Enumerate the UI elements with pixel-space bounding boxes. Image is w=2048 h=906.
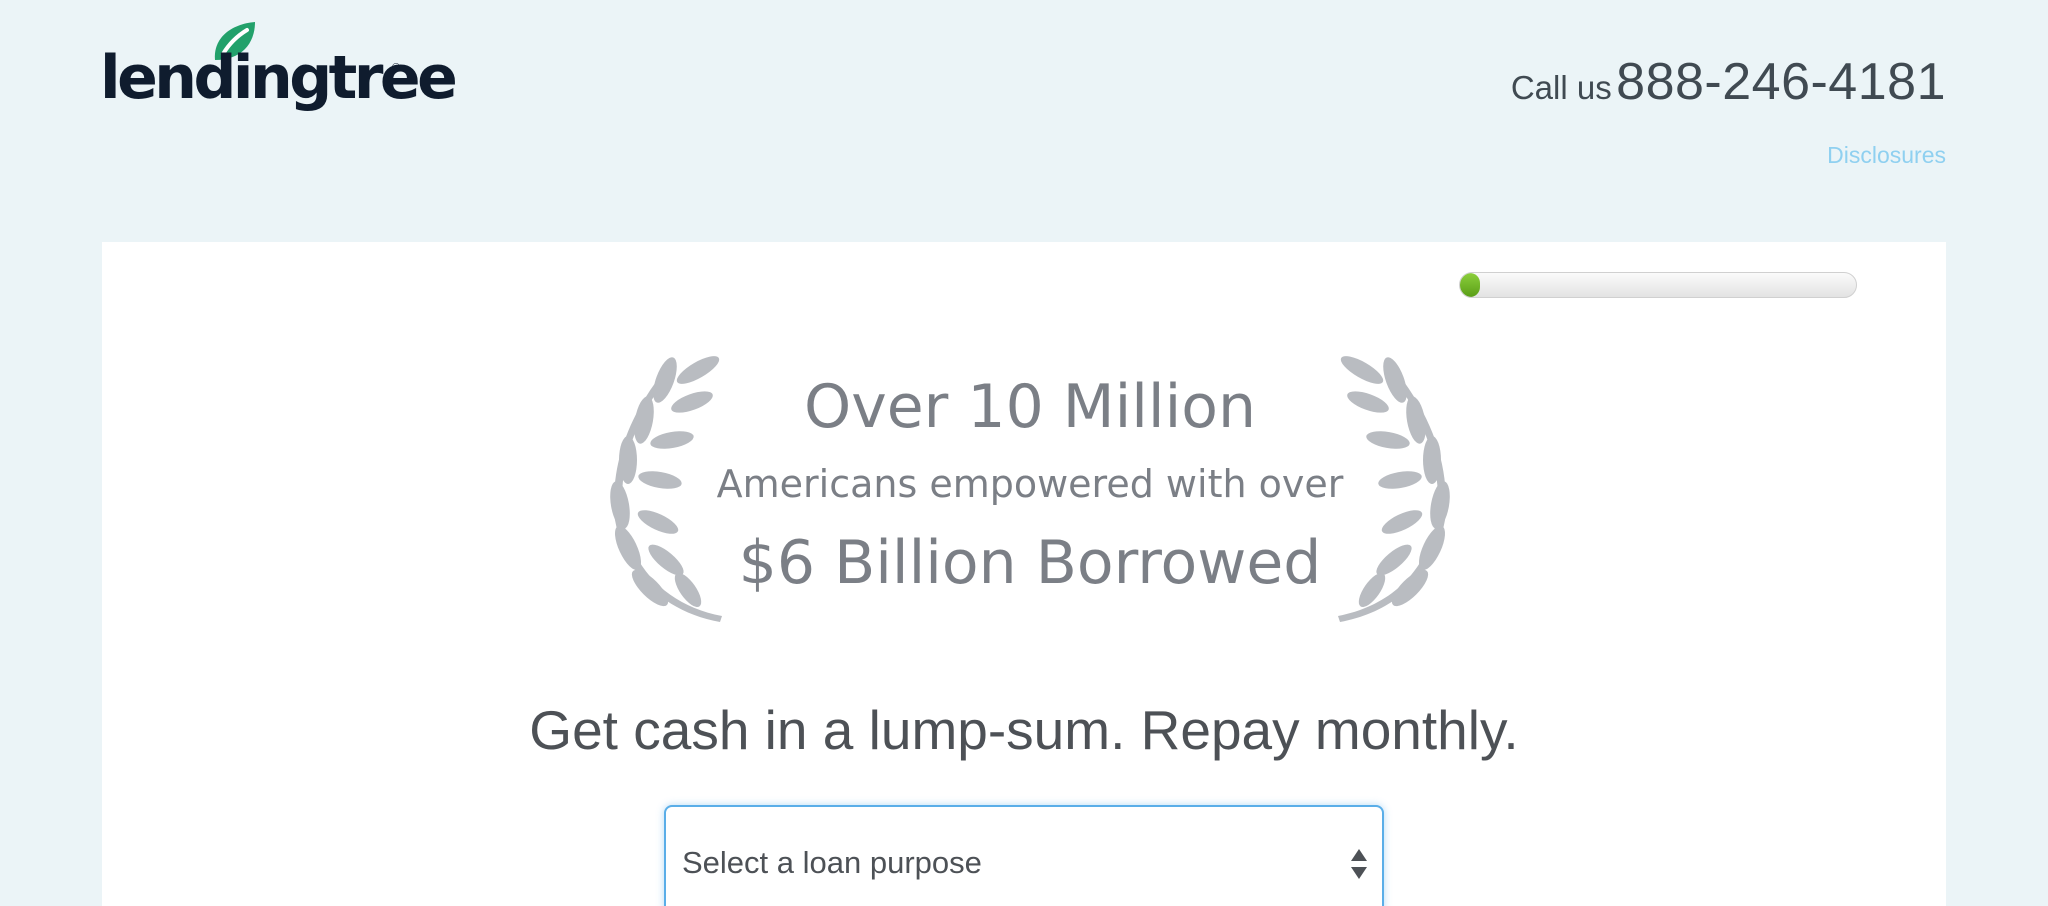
award-amount: $6 Billion Borrowed bbox=[738, 528, 1322, 598]
form-card: Over 10 Million Americans empowered with… bbox=[102, 242, 1946, 906]
award-badge: Over 10 Million Americans empowered with… bbox=[570, 350, 1490, 630]
phone-number[interactable]: 888-246-4181 bbox=[1616, 53, 1946, 111]
progress-bar bbox=[1459, 272, 1857, 298]
page-headline: Get cash in a lump-sum. Repay monthly. bbox=[529, 699, 1519, 761]
call-us: Call us 888-246-4181 bbox=[1511, 52, 1946, 112]
select-arrows-icon bbox=[1351, 849, 1367, 879]
loan-purpose-selected-value: Select a loan purpose bbox=[682, 845, 982, 880]
page: lendingtree ® Call us 888-246-4181 Discl… bbox=[0, 0, 2048, 906]
call-us-label: Call us bbox=[1510, 69, 1612, 106]
award-subline: Americans empowered with over bbox=[716, 462, 1344, 506]
loan-purpose-select[interactable]: Select a loan purpose bbox=[664, 805, 1384, 906]
progress-bar-fill bbox=[1460, 273, 1480, 297]
disclosures-link[interactable]: Disclosures bbox=[1827, 142, 1946, 169]
logo-registered-mark: ® bbox=[392, 62, 401, 74]
logo-wordmark: lendingtree bbox=[100, 43, 458, 113]
award-headline: Over 10 Million bbox=[804, 372, 1256, 442]
lendingtree-logo[interactable]: lendingtree ® bbox=[100, 18, 458, 118]
